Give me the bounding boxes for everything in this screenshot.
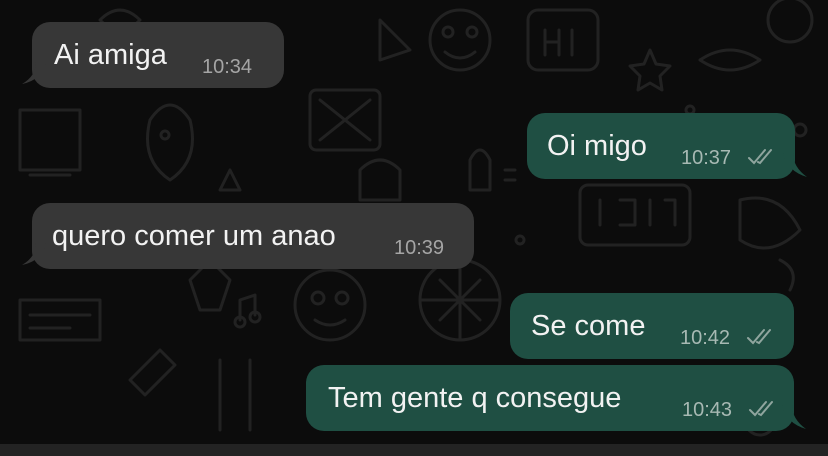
chat-area: Ai amiga 10:34 Oi migo 10:37 quero comer… bbox=[0, 0, 828, 444]
outgoing-message[interactable]: Oi migo 10:37 bbox=[527, 113, 807, 179]
read-double-check-icon bbox=[749, 401, 773, 417]
message-text: quero comer um anao bbox=[52, 220, 336, 252]
message-timestamp: 10:42 bbox=[680, 327, 731, 349]
bubble-tail bbox=[782, 405, 806, 429]
bubble-tail bbox=[783, 153, 807, 177]
outgoing-message[interactable]: Se come 10:42 bbox=[510, 293, 794, 359]
incoming-message[interactable]: quero comer um anao 10:39 bbox=[22, 203, 474, 269]
message-text: Ai amiga bbox=[54, 39, 167, 71]
message-timestamp: 10:37 bbox=[681, 147, 732, 169]
message-text: Se come bbox=[531, 310, 646, 342]
message-timestamp: 10:39 bbox=[394, 237, 445, 259]
outgoing-message[interactable]: Tem gente q consegue 10:43 bbox=[306, 365, 806, 431]
bubble-tail bbox=[22, 243, 46, 265]
bubble-tail bbox=[22, 62, 46, 84]
incoming-message[interactable]: Ai amiga 10:34 bbox=[22, 22, 284, 88]
read-double-check-icon bbox=[747, 329, 771, 345]
message-timestamp: 10:43 bbox=[682, 399, 733, 421]
input-bar-edge bbox=[0, 444, 828, 456]
message-text: Tem gente q consegue bbox=[328, 382, 622, 414]
message-text: Oi migo bbox=[547, 130, 647, 162]
message-timestamp: 10:34 bbox=[202, 56, 253, 78]
read-double-check-icon bbox=[748, 149, 772, 165]
